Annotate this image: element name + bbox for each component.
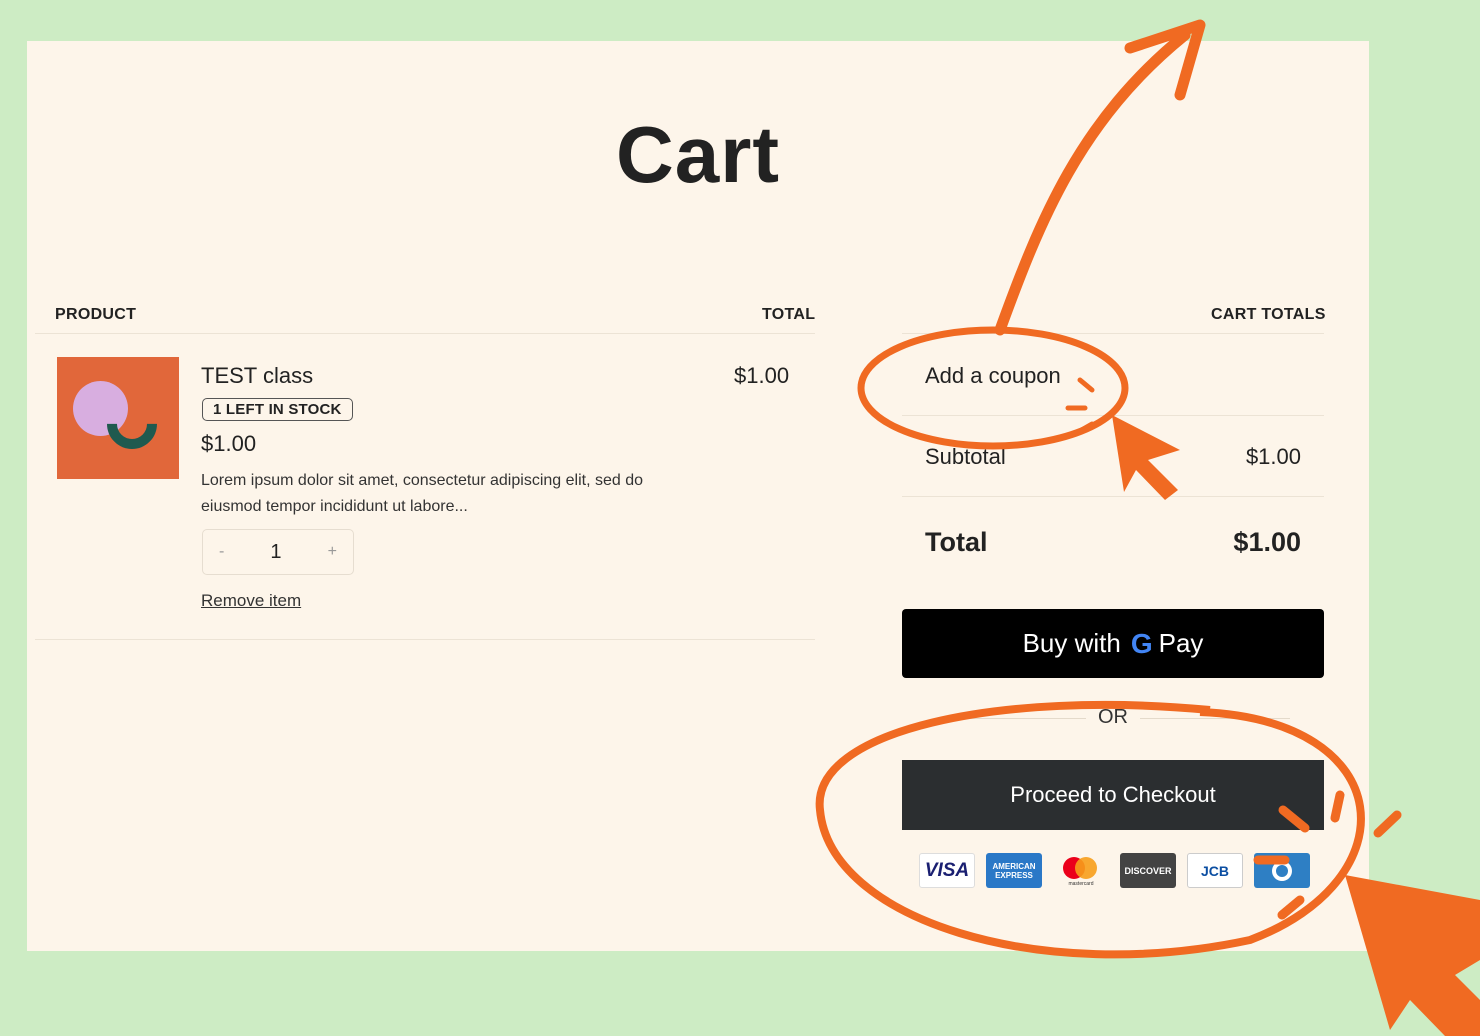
visa-card-icon: VISA bbox=[919, 853, 975, 888]
coupon-divider bbox=[902, 415, 1324, 416]
proceed-to-checkout-button[interactable]: Proceed to Checkout bbox=[902, 760, 1324, 830]
stock-badge: 1 LEFT IN STOCK bbox=[202, 398, 353, 421]
quantity-value[interactable]: 1 bbox=[270, 541, 281, 564]
google-pay-button[interactable]: Buy with G Pay bbox=[902, 609, 1324, 678]
subtotal-divider bbox=[902, 496, 1324, 497]
remove-item-link[interactable]: Remove item bbox=[201, 591, 301, 611]
product-price: $1.00 bbox=[201, 431, 257, 456]
cart-panel: Cart PRODUCT TOTAL CART TOTALS TEST clas… bbox=[27, 41, 1369, 951]
product-thumbnail[interactable] bbox=[57, 357, 179, 479]
total-column-header: TOTAL bbox=[762, 306, 816, 323]
discover-card-icon: DISCOVER bbox=[1120, 853, 1176, 888]
diners-club-card-icon bbox=[1254, 853, 1310, 888]
payment-card-icons: VISA AMERICAN EXPRESS mastercard DISCOVE… bbox=[919, 853, 1310, 888]
cart-totals-header: CART TOTALS bbox=[1211, 306, 1326, 323]
google-g-letter: G bbox=[1130, 627, 1153, 659]
google-g-icon: G bbox=[1131, 628, 1153, 660]
product-name[interactable]: TEST class bbox=[201, 363, 313, 389]
quantity-stepper[interactable]: - 1 + bbox=[202, 529, 354, 575]
add-coupon-link[interactable]: Add a coupon bbox=[925, 363, 1061, 389]
gpay-prefix: Buy with bbox=[1022, 628, 1121, 658]
mastercard-card-icon: mastercard bbox=[1053, 853, 1109, 888]
product-description: Lorem ipsum dolor sit amet, consectetur … bbox=[201, 472, 643, 515]
increase-quantity-button[interactable]: + bbox=[328, 543, 337, 561]
diners-club-logo bbox=[1272, 860, 1292, 881]
table-header-divider bbox=[35, 333, 815, 334]
jcb-card-icon: JCB bbox=[1187, 853, 1243, 888]
product-column-header: PRODUCT bbox=[55, 306, 137, 323]
line-total: $1.00 bbox=[734, 363, 790, 388]
page-title: Cart bbox=[615, 110, 781, 199]
total-value: $1.00 bbox=[1233, 527, 1301, 557]
amex-card-icon: AMERICAN EXPRESS bbox=[986, 853, 1042, 888]
gpay-suffix: Pay bbox=[1158, 628, 1204, 658]
totals-header-divider bbox=[902, 333, 1324, 334]
mastercard-orange-circle bbox=[1075, 857, 1097, 879]
subtotal-value: $1.00 bbox=[1245, 444, 1301, 469]
or-label: OR bbox=[1098, 706, 1128, 728]
decrease-quantity-button[interactable]: - bbox=[219, 543, 224, 561]
table-row-divider bbox=[35, 639, 815, 640]
total-label: Total bbox=[925, 527, 988, 557]
mastercard-label: mastercard bbox=[1068, 881, 1094, 887]
or-separator: OR bbox=[902, 706, 1324, 730]
subtotal-label: Subtotal bbox=[925, 444, 1006, 469]
